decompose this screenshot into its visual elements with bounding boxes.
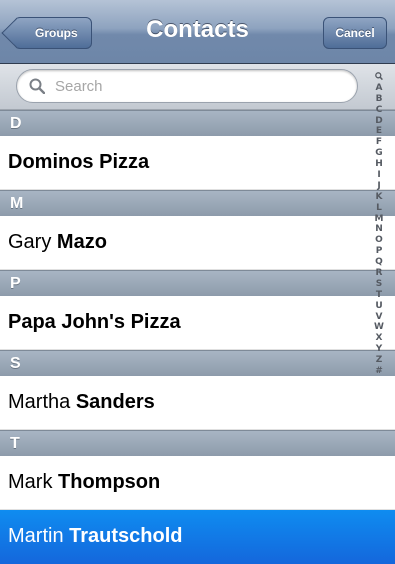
index-letter[interactable]: N (363, 224, 395, 235)
index-letter[interactable]: H (363, 159, 395, 170)
contact-row[interactable]: Mark Thompson (0, 456, 395, 510)
index-letter[interactable]: # (363, 366, 395, 377)
section-header-m: M (0, 190, 395, 216)
contact-last-name: Papa John's Pizza (8, 311, 181, 333)
contact-list: D Dominos Pizza M Gary Mazo P Papa John's Piz… (0, 110, 395, 564)
section-header-t: T (0, 430, 395, 456)
section-header-s: S (0, 350, 395, 376)
search-bar: Search (0, 64, 395, 110)
section-header-d: D (0, 110, 395, 136)
index-letter[interactable]: I (363, 170, 395, 181)
section-header-p: P (0, 270, 395, 296)
search-placeholder: Search (55, 78, 103, 95)
index-letter[interactable]: L (363, 203, 395, 214)
contact-first-name: Martin (8, 525, 64, 547)
index-letter[interactable]: V (363, 312, 395, 323)
index-letter[interactable]: E (363, 126, 395, 137)
index-letter[interactable]: D (363, 116, 395, 127)
contact-row[interactable]: Martha Sanders (0, 376, 395, 430)
index-letter[interactable]: X (363, 333, 395, 344)
contact-row[interactable]: Gary Mazo (0, 216, 395, 270)
index-letter[interactable]: Z (363, 355, 395, 366)
contact-first-name: Martha (8, 391, 71, 413)
index-letter[interactable]: B (363, 94, 395, 105)
search-input[interactable]: Search (16, 69, 358, 103)
index-letter[interactable]: Y (363, 344, 395, 355)
contact-row[interactable]: Papa John's Pizza (0, 296, 395, 350)
alphabet-index[interactable]: A B C D E F G H I J K L M N O P Q R S T U V W X Y Z # (363, 72, 395, 556)
contact-row[interactable]: Dominos Pizza (0, 136, 395, 190)
index-letter[interactable]: T (363, 290, 395, 301)
index-letter[interactable]: U (363, 301, 395, 312)
index-letter[interactable]: J (363, 181, 395, 192)
index-letter[interactable]: C (363, 105, 395, 116)
index-letter[interactable]: S (363, 279, 395, 290)
index-letter[interactable]: F (363, 137, 395, 148)
index-letter[interactable]: K (363, 192, 395, 203)
index-letter[interactable]: A (363, 83, 395, 94)
contact-last-name: Trautschold (69, 525, 183, 547)
contact-last-name: Sanders (75, 391, 155, 413)
index-search-icon[interactable] (363, 72, 395, 83)
contact-last-name: Thompson (58, 471, 161, 493)
index-letter[interactable]: M (363, 214, 395, 225)
contact-last-name: Mazo (56, 231, 107, 253)
index-letter[interactable]: Q (363, 257, 395, 268)
contact-first-name: Gary (8, 231, 52, 253)
index-letter[interactable]: G (363, 148, 395, 159)
index-letter[interactable]: P (363, 246, 395, 257)
contact-first-name: Mark (8, 471, 53, 493)
navigation-bar: Groups Contacts Cancel (0, 0, 395, 64)
contact-last-name: Dominos Pizza (8, 151, 150, 173)
index-letter[interactable]: W (363, 322, 395, 333)
index-letter[interactable]: O (363, 235, 395, 246)
search-icon (29, 78, 45, 94)
cancel-button[interactable]: Cancel (323, 17, 387, 49)
index-letter[interactable]: R (363, 268, 395, 279)
